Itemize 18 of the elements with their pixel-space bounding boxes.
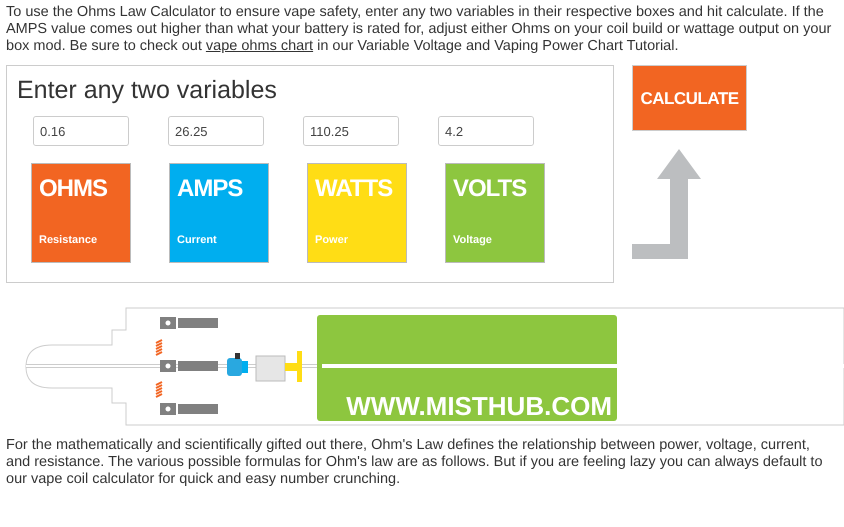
up-arrow-icon (632, 149, 702, 259)
card-subtitle: Voltage (453, 233, 493, 248)
card-subtitle: Resistance (39, 233, 98, 248)
chart-link[interactable]: vape ohms chart (206, 38, 314, 54)
card-title: AMPS (177, 174, 244, 204)
website-url: WWW.MISTHUB.COM (346, 391, 612, 421)
card-title: WATTS (315, 174, 394, 204)
outro-paragraph: For the mathematically and scientifically gifted out there, Ohm's Law defines the relationship between power, voltage, current, and resistance. The various possible formulas for Ohm's law are as follows. But if you are feeling lazy you can always default to our vape coil calculator for quick and easy number crunching. (6, 437, 824, 488)
value-field[interactable]: 26.25 (168, 116, 264, 146)
card-title: OHMS (39, 174, 108, 204)
card-subtitle: Power (315, 233, 350, 248)
value-field[interactable]: 4.2 (438, 116, 534, 146)
value-field[interactable]: 110.25 (303, 116, 399, 146)
card-subtitle: Current (177, 233, 218, 248)
calculator-heading: Enter any two variables (17, 75, 278, 106)
card-title: VOLTS (453, 174, 528, 204)
value-field[interactable]: 0.16 (33, 116, 129, 146)
intro-paragraph: To use the Ohms Law Calculator to ensure vape safety, enter any two variables in their respective boxes and hit calculate. If the AMPS value comes out higher than what your battery is rated for, adjust either Ohms on your coil build or wattage output on your box mod. Be sure to check out vape ohms chart in our Variable Voltage and Vaping Power Chart Tutorial. (6, 3, 832, 55)
